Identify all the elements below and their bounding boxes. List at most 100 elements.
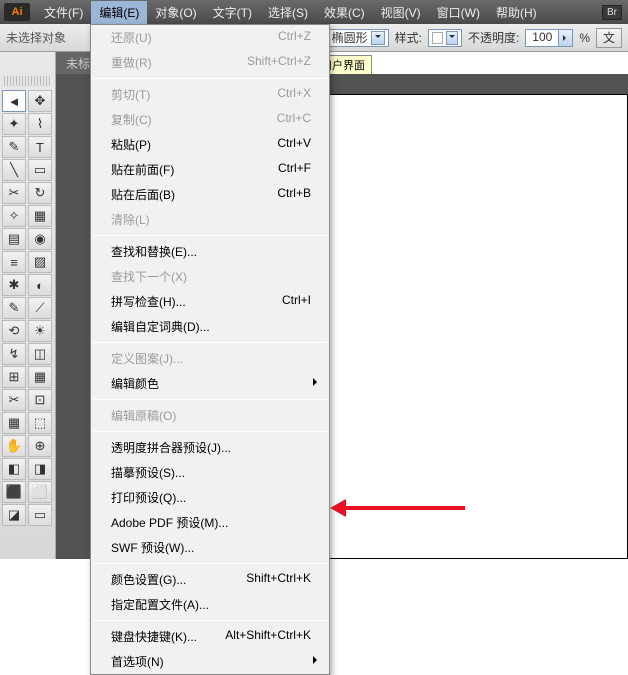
toolbox: ◄✥✦⌇✎T╲▭✂↻✧▦▤◉≡▨✱◐✎⟋⟲☀↯◫⊞▦✂⊡▦⬚✋⊕◧◨⬛⬜◪▭ — [0, 52, 56, 559]
tool-23[interactable]: ◫ — [28, 343, 52, 365]
menu-item: 剪切(T)Ctrl+X — [91, 82, 329, 107]
tool-35[interactable]: ⬜ — [28, 481, 52, 503]
menu-item[interactable]: 粘贴(P)Ctrl+V — [91, 132, 329, 157]
toolbox-grip[interactable] — [4, 76, 51, 86]
tool-18[interactable]: ✎ — [2, 297, 26, 319]
menu-view[interactable]: 视图(V) — [373, 1, 429, 24]
tool-14[interactable]: ≡ — [2, 251, 26, 273]
menubar: Ai 文件(F) 编辑(E) 对象(O) 文字(T) 选择(S) 效果(C) 视… — [0, 0, 628, 24]
tool-5[interactable]: T — [28, 136, 52, 158]
menu-item-label: 清除(L) — [111, 211, 150, 228]
menu-item: 重做(R)Shift+Ctrl+Z — [91, 50, 329, 75]
tool-4[interactable]: ✎ — [2, 136, 26, 158]
tool-36[interactable]: ◪ — [2, 504, 26, 526]
menu-separator — [93, 235, 327, 236]
menu-item: 定义图案(J)... — [91, 346, 329, 371]
app-icon: Ai — [4, 3, 30, 21]
menu-effect[interactable]: 效果(C) — [316, 1, 373, 24]
menu-item: 清除(L) — [91, 207, 329, 232]
menu-item[interactable]: 编辑颜色 — [91, 371, 329, 396]
menu-object[interactable]: 对象(O) — [147, 1, 204, 24]
menu-item[interactable]: 贴在前面(F)Ctrl+F — [91, 157, 329, 182]
tool-24[interactable]: ⊞ — [2, 366, 26, 388]
menu-item[interactable]: SWF 预设(W)... — [91, 535, 329, 560]
menu-type[interactable]: 文字(T) — [205, 1, 260, 24]
menu-edit[interactable]: 编辑(E) — [91, 1, 147, 24]
tool-13[interactable]: ◉ — [28, 228, 52, 250]
tool-7[interactable]: ▭ — [28, 159, 52, 181]
menu-item-label: 编辑原稿(O) — [111, 407, 176, 424]
style-select[interactable] — [428, 29, 462, 47]
menu-separator — [93, 342, 327, 343]
menu-item-label: 首选项(N) — [111, 653, 164, 670]
menu-item[interactable]: 拼写检查(H)...Ctrl+I — [91, 289, 329, 314]
menu-item-label: 贴在前面(F) — [111, 161, 174, 178]
tool-9[interactable]: ↻ — [28, 182, 52, 204]
menu-item-label: 粘贴(P) — [111, 136, 151, 153]
menu-item[interactable]: 颜色设置(G)...Shift+Ctrl+K — [91, 567, 329, 592]
tool-20[interactable]: ⟲ — [2, 320, 26, 342]
tool-29[interactable]: ⬚ — [28, 412, 52, 434]
menu-shortcut: Alt+Shift+Ctrl+K — [225, 628, 311, 645]
tool-28[interactable]: ▦ — [2, 412, 26, 434]
tool-27[interactable]: ⊡ — [28, 389, 52, 411]
opacity-input[interactable]: 100 — [525, 29, 559, 47]
menu-item: 还原(U)Ctrl+Z — [91, 25, 329, 50]
tool-17[interactable]: ◐ — [28, 274, 52, 296]
menu-item[interactable]: 查找和替换(E)... — [91, 239, 329, 264]
menu-item: 编辑原稿(O) — [91, 403, 329, 428]
menu-item[interactable]: 描摹预设(S)... — [91, 460, 329, 485]
menu-item[interactable]: 首选项(N) — [91, 649, 329, 674]
tool-16[interactable]: ✱ — [2, 274, 26, 296]
tool-32[interactable]: ◧ — [2, 458, 26, 480]
menu-item-label: 复制(C) — [111, 111, 152, 128]
tool-12[interactable]: ▤ — [2, 228, 26, 250]
menu-file[interactable]: 文件(F) — [36, 1, 91, 24]
menu-separator — [93, 78, 327, 79]
menu-item[interactable]: 透明度拼合器预设(J)... — [91, 435, 329, 460]
doc-setup-button[interactable]: 文 — [596, 28, 622, 48]
tool-3[interactable]: ⌇ — [28, 113, 52, 135]
menu-item[interactable]: 贴在后面(B)Ctrl+B — [91, 182, 329, 207]
menu-separator — [93, 399, 327, 400]
menu-item[interactable]: 指定配置文件(A)... — [91, 592, 329, 617]
tool-37[interactable]: ▭ — [28, 504, 52, 526]
menu-shortcut: Ctrl+C — [277, 111, 311, 128]
tool-6[interactable]: ╲ — [2, 159, 26, 181]
menu-item-label: 指定配置文件(A)... — [111, 596, 209, 613]
menu-item[interactable]: 编辑自定词典(D)... — [91, 314, 329, 339]
tool-25[interactable]: ▦ — [28, 366, 52, 388]
tool-26[interactable]: ✂ — [2, 389, 26, 411]
menu-item-label: 剪切(T) — [111, 86, 150, 103]
tool-31[interactable]: ⊕ — [28, 435, 52, 457]
tool-15[interactable]: ▨ — [28, 251, 52, 273]
tool-1[interactable]: ✥ — [28, 90, 52, 112]
menu-item-label: 透明度拼合器预设(J)... — [111, 439, 231, 456]
bridge-button[interactable]: Br — [602, 5, 622, 20]
tool-22[interactable]: ↯ — [2, 343, 26, 365]
tool-30[interactable]: ✋ — [2, 435, 26, 457]
menu-separator — [93, 431, 327, 432]
menu-item-label: Adobe PDF 预设(M)... — [111, 514, 228, 531]
menu-item-label: 打印预设(Q)... — [111, 489, 186, 506]
tool-10[interactable]: ✧ — [2, 205, 26, 227]
tool-21[interactable]: ☀ — [28, 320, 52, 342]
menu-select[interactable]: 选择(S) — [260, 1, 316, 24]
menu-window[interactable]: 窗口(W) — [429, 1, 488, 24]
tool-0[interactable]: ◄ — [2, 90, 26, 112]
menu-help[interactable]: 帮助(H) — [488, 1, 545, 24]
tool-33[interactable]: ◨ — [28, 458, 52, 480]
menu-item[interactable]: 键盘快捷键(K)...Alt+Shift+Ctrl+K — [91, 624, 329, 649]
tool-2[interactable]: ✦ — [2, 113, 26, 135]
edit-menu-dropdown: 还原(U)Ctrl+Z重做(R)Shift+Ctrl+Z 剪切(T)Ctrl+X 复… — [90, 24, 330, 675]
menu-item[interactable]: 打印预设(Q)... — [91, 485, 329, 510]
menu-item-label: 编辑颜色 — [111, 375, 159, 392]
tool-19[interactable]: ⟋ — [28, 297, 52, 319]
menu-item[interactable]: Adobe PDF 预设(M)... — [91, 510, 329, 535]
tool-34[interactable]: ⬛ — [2, 481, 26, 503]
tool-8[interactable]: ✂ — [2, 182, 26, 204]
style-label: 样式: — [395, 29, 422, 46]
chevron-down-icon — [371, 31, 385, 45]
opacity-stepper[interactable] — [559, 29, 573, 47]
tool-11[interactable]: ▦ — [28, 205, 52, 227]
